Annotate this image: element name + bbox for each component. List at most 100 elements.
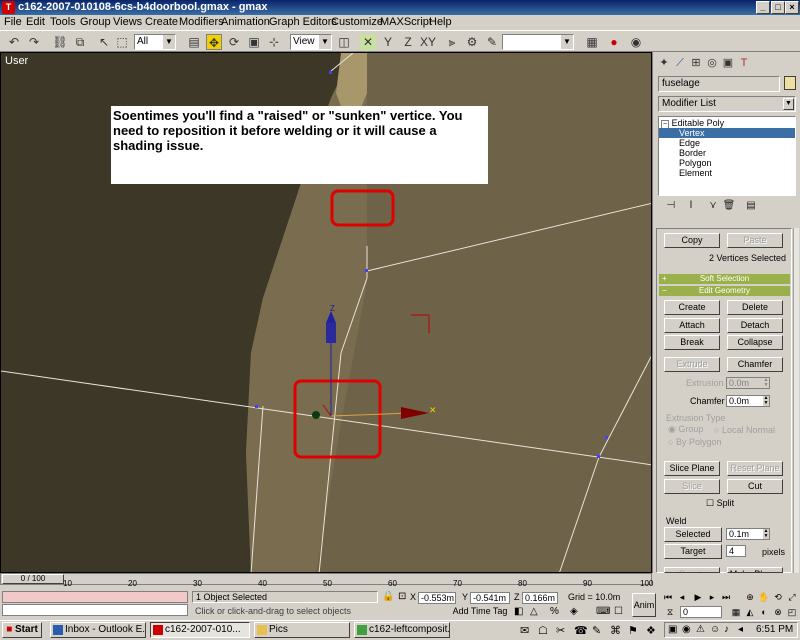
delete-button[interactable]: Delete <box>727 300 783 315</box>
show-end-result-icon[interactable]: Ⅰ <box>684 199 698 213</box>
display-tab-icon[interactable]: ▣ <box>721 56 735 70</box>
task-gmax[interactable]: c162-2007-010... <box>150 622 250 638</box>
pivot-center-icon[interactable]: ◫ <box>336 34 352 50</box>
cut-button[interactable]: Cut <box>727 479 783 494</box>
rotate-icon[interactable]: ⟳ <box>226 34 242 50</box>
utilities-tab-icon[interactable]: T <box>737 56 751 70</box>
stack-item-polygon[interactable]: Polygon <box>679 158 712 168</box>
object-color-swatch[interactable] <box>784 76 796 90</box>
next-frame-icon[interactable]: ▸ <box>706 591 718 603</box>
arc-rotate-icon[interactable]: ⟲ <box>772 591 784 603</box>
current-frame-field[interactable]: 0 <box>680 606 722 618</box>
create-tab-icon[interactable]: ✦ <box>657 56 671 70</box>
stack-item-edge[interactable]: Edge <box>679 138 700 148</box>
modifier-list-dropdown[interactable]: Modifier List ▼ <box>658 96 796 112</box>
restrict-z-icon[interactable]: Z <box>400 34 416 50</box>
slice-plane-button[interactable]: Slice Plane <box>664 461 720 476</box>
viewport-label[interactable]: User <box>5 55 28 67</box>
modify-tab-icon[interactable]: ⟋ <box>673 56 687 70</box>
configure-modifier-sets-icon[interactable]: ▤ <box>744 199 758 213</box>
key-mode-icon[interactable]: ⧖ <box>664 606 676 618</box>
time-slider-thumb[interactable]: 0 / 100 <box>2 574 64 584</box>
degrade-override-icon[interactable]: ☐ <box>614 606 623 617</box>
time-config-icon[interactable]: ▦ <box>730 606 742 618</box>
menu-group[interactable]: Group <box>80 15 111 30</box>
undo-icon[interactable]: ↶ <box>6 34 22 50</box>
maximize-viewport-icon[interactable]: ◰ <box>786 606 798 618</box>
slice-button[interactable]: Slice <box>664 479 720 494</box>
attach-button[interactable]: Attach <box>664 318 720 333</box>
object-name-field[interactable]: fuselage <box>658 76 780 92</box>
quicklaunch-icon-6[interactable]: ⌘ <box>610 624 621 637</box>
minimize-icon[interactable]: _ <box>756 1 770 14</box>
redo-icon[interactable]: ↷ <box>26 34 42 50</box>
reset-plane-button[interactable]: Reset Plane <box>727 461 783 476</box>
quicklaunch-icon-2[interactable]: ☖ <box>538 624 548 637</box>
gmax-icon[interactable]: T <box>2 1 15 14</box>
lock-selection-icon[interactable]: 🔒 <box>382 591 394 602</box>
play-icon[interactable]: ▶ <box>692 591 704 603</box>
close-icon[interactable]: × <box>785 1 799 14</box>
spinner-arrows-icon[interactable]: ▲ ▼ <box>763 529 769 539</box>
menu-tools[interactable]: Tools <box>50 15 76 30</box>
viewport-user[interactable]: User Z ✕ Soentimes you'll find a "raised… <box>0 52 652 573</box>
restrict-x-icon[interactable]: ✕ <box>360 34 376 50</box>
tray-icon-1[interactable]: ▣ <box>668 624 677 635</box>
tray-icon-2[interactable]: ◉ <box>682 624 691 635</box>
radio-by-polygon[interactable]: ○ By Polygon <box>668 437 721 447</box>
menu-create[interactable]: Create <box>145 15 178 30</box>
unlink-icon[interactable]: ⧉ <box>72 34 88 50</box>
restrict-xy-icon[interactable]: XY <box>420 34 436 50</box>
stack-item-element[interactable]: Element <box>679 168 712 178</box>
chamfer-spinner[interactable]: 0.0m ▲ ▼ <box>726 395 770 407</box>
keyboard-shortcut-icon[interactable]: ⌨ <box>596 606 610 617</box>
reference-coord-dropdown[interactable]: View ▼ <box>290 34 332 50</box>
quicklaunch-icon-3[interactable]: ✂ <box>556 624 565 637</box>
remove-modifier-icon[interactable]: 🗑 <box>722 199 736 213</box>
make-unique-icon[interactable]: ⋎ <box>706 199 720 213</box>
start-button[interactable]: ■ Start <box>2 622 42 638</box>
quicklaunch-icon-1[interactable]: ✉ <box>520 624 529 637</box>
animate-button[interactable]: Anim <box>632 593 656 617</box>
tray-icon-4[interactable]: ☺ <box>710 624 720 635</box>
extrude-button[interactable]: Extrude <box>664 357 720 372</box>
selection-filter-dropdown[interactable]: All ▼ <box>134 34 176 50</box>
spinner-arrows-icon[interactable]: ▲ ▼ <box>763 396 769 406</box>
x-coord-field[interactable]: -0.553m <box>418 592 456 604</box>
quicklaunch-icon-4[interactable]: ☎ <box>574 624 588 637</box>
named-selection-dropdown[interactable]: ▼ <box>502 34 574 50</box>
menu-graph-editors[interactable]: Graph Editors <box>269 15 337 30</box>
menu-edit[interactable]: Edit <box>26 15 45 30</box>
scale-icon[interactable]: ▣ <box>246 34 262 50</box>
hierarchy-tab-icon[interactable]: ⊞ <box>689 56 703 70</box>
stack-item-root[interactable]: − Editable Poly <box>661 118 724 129</box>
select-pointer-icon[interactable]: ↖ <box>96 34 112 50</box>
mirror-icon[interactable]: ⫸ <box>444 34 460 50</box>
taskbar-clock[interactable]: 6:51 PM <box>756 623 793 637</box>
select-and-manipulate-icon[interactable]: ⊹ <box>266 34 282 50</box>
maxscript-output-line[interactable] <box>2 604 188 616</box>
menu-modifiers[interactable]: Modifiers <box>179 15 224 30</box>
add-time-tag-button[interactable]: Add Time Tag <box>450 606 510 619</box>
absolute-mode-icon[interactable]: ⊡ <box>398 591 406 602</box>
orbit-icon[interactable]: ⊗ <box>772 606 784 618</box>
maximize-icon[interactable]: □ <box>771 1 785 14</box>
spinner-arrows-icon[interactable]: ▲ ▼ <box>763 378 769 388</box>
goto-end-icon[interactable]: ⏭ <box>720 591 732 603</box>
quicklaunch-icon-5[interactable]: ✎ <box>592 624 601 637</box>
walkthrough-icon[interactable]: ◐ <box>758 606 770 618</box>
zoom-extents-icon[interactable]: ⤢ <box>786 591 798 603</box>
render-teapot-icon[interactable]: ● <box>606 34 622 50</box>
motion-tab-icon[interactable]: ◎ <box>705 56 719 70</box>
angle-snap-icon[interactable]: △ <box>530 606 538 617</box>
quick-render-icon[interactable]: ◉ <box>628 34 644 50</box>
spinner-snap-icon[interactable]: ◈ <box>570 606 578 617</box>
task-leftcomposite[interactable]: c162-leftcomposit... <box>354 622 450 638</box>
snap-icon[interactable]: ✎ <box>484 34 500 50</box>
field-of-view-icon[interactable]: ◭ <box>744 606 756 618</box>
task-pics[interactable]: Pics <box>254 622 350 638</box>
menu-customize[interactable]: Customize <box>331 15 383 30</box>
align-icon[interactable]: ⚙ <box>464 34 480 50</box>
quicklaunch-icon-8[interactable]: ❖ <box>646 624 656 637</box>
radio-group[interactable]: ◉ Group <box>668 424 703 435</box>
